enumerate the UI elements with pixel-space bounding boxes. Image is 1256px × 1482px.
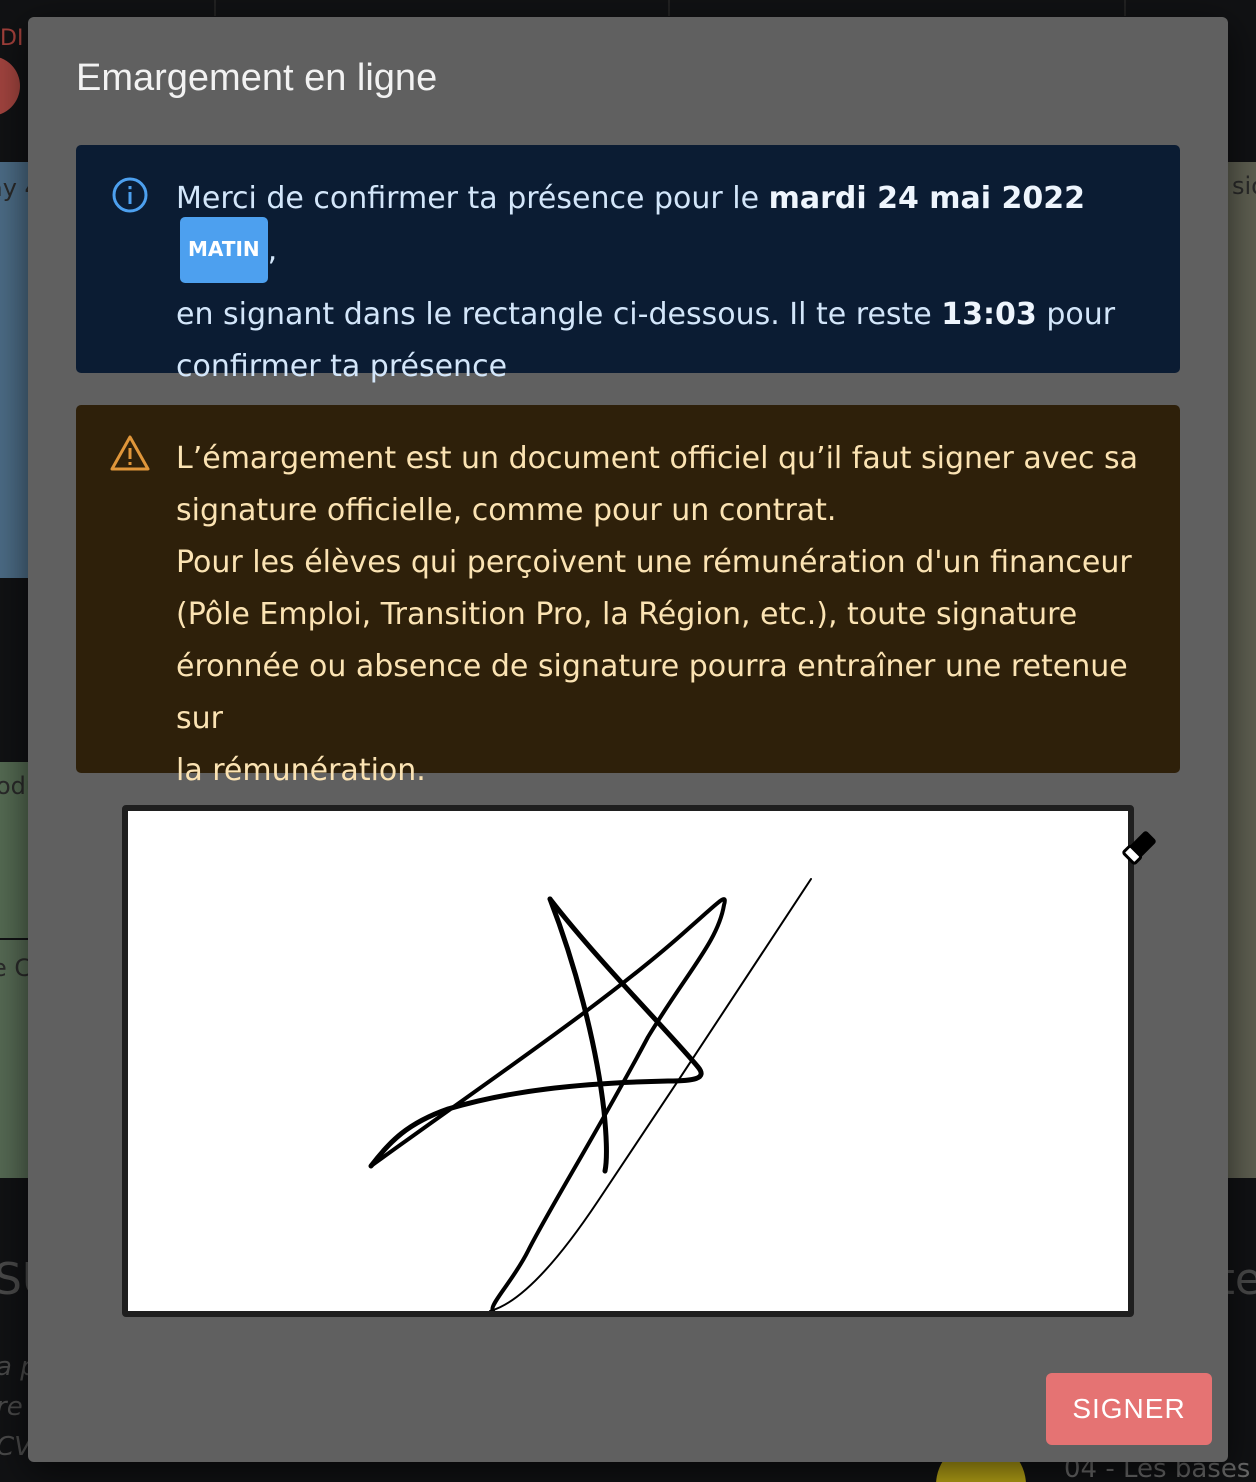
info-alert: Merci de confirmer ta présence pour le m… [76,145,1180,384]
warning-alert: L’émargement est un document officiel qu… [76,405,1180,788]
column-divider [214,0,216,16]
info-text: , [267,233,278,268]
info-line: Merci de confirmer ta présence pour le m… [176,173,1140,283]
session-date: mardi 24 mai 2022 [768,181,1086,216]
info-line: en signant dans le rectangle ci-dessous.… [176,289,1140,341]
info-icon [112,177,148,213]
avatar [0,56,20,116]
warning-text: Pour les élèves qui perçoivent une rémun… [176,545,1132,580]
column-divider [668,0,670,16]
signature-pad[interactable] [122,805,1134,1317]
calendar-card: ay 4 [0,162,28,578]
info-text: Merci de confirmer ta présence pour le [176,181,769,216]
session-badge: MATIN [180,216,268,283]
card-text: odu [0,772,28,800]
warning-text: (Pôle Emploi, Transition Pro, la Région,… [176,597,1078,632]
dialog-title: Emargement en ligne [76,57,438,99]
column-divider [1124,0,1126,16]
info-text: pour [1036,297,1116,332]
calendar-card: sio [1226,162,1256,1178]
info-text: en signant dans le rectangle ci-dessous.… [176,297,942,332]
signature-drawing [368,878,812,1311]
warning-icon [110,435,150,471]
warning-text: L’émargement est un document officiel qu… [176,441,1139,476]
signature-dialog: Emargement en ligne Merci de confirmer t… [28,17,1228,1462]
sign-button[interactable]: SIGNER [1046,1373,1212,1445]
calendar-card: e C [0,940,28,1178]
card-text: ay 4 [0,174,28,202]
card-text: sio [1232,172,1256,200]
warning-text: la rémunération. [176,753,426,788]
warning-text: éronnée ou absence de signature pourra e… [176,649,1128,736]
countdown-timer: 13:03 [941,297,1037,332]
info-text: confirmer ta présence [176,349,508,384]
calendar-card: odu [0,762,28,938]
warning-text: signature officielle, comme pour un cont… [176,493,837,528]
day-label: DI [0,26,24,51]
description-text: re [0,1392,23,1422]
card-text: e C [0,954,28,982]
eraser-icon[interactable] [1116,823,1164,871]
